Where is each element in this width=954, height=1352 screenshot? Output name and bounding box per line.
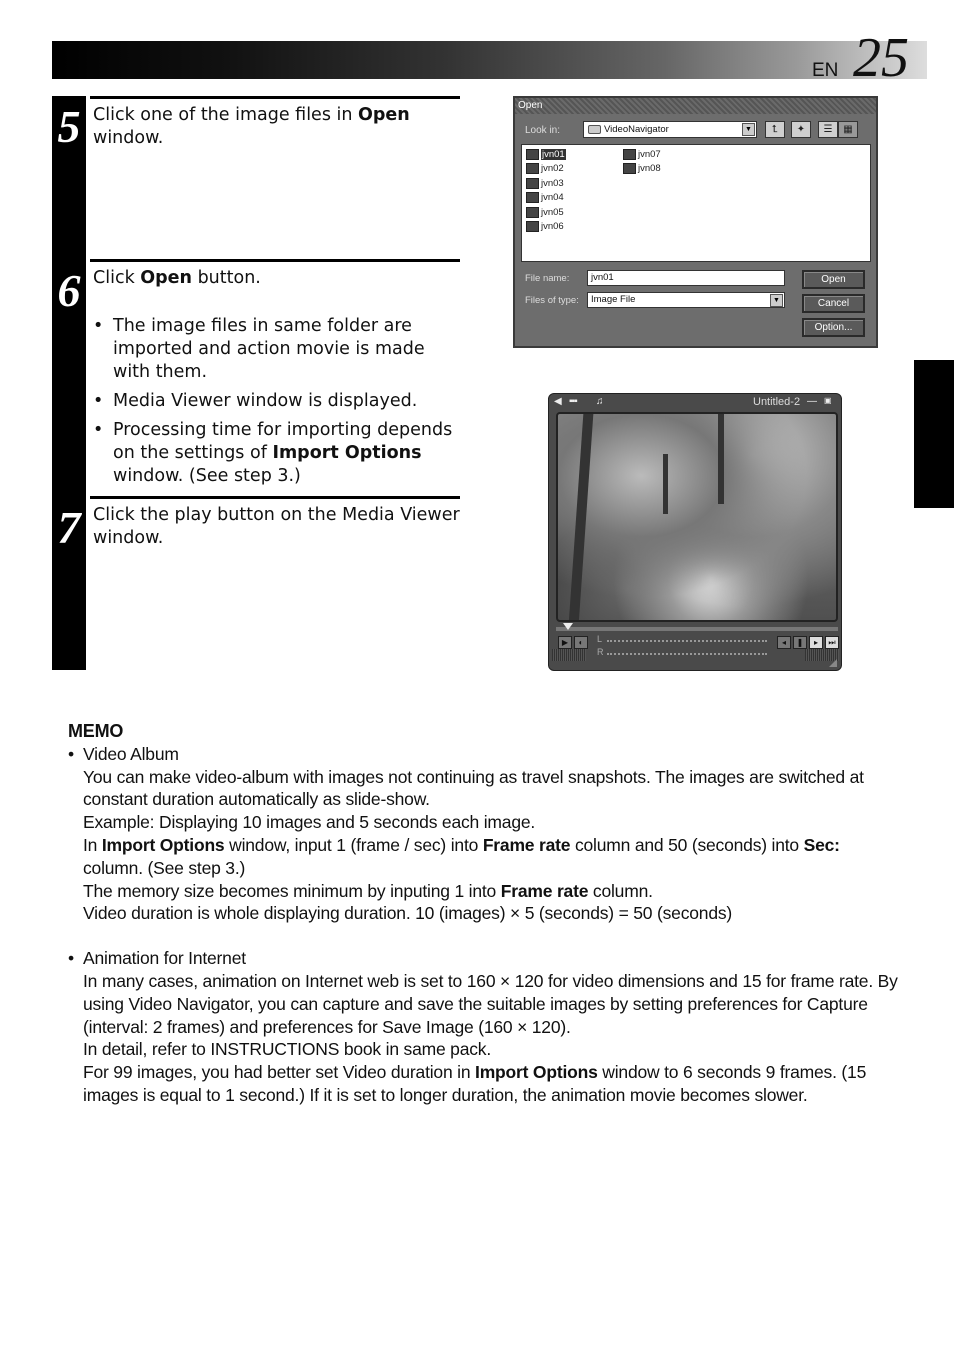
step-5-text: Click one of the image files in Open win…: [93, 105, 410, 148]
step-back-icon[interactable]: ❚: [793, 636, 807, 649]
step-6-bullets: The image files in same folder are impor…: [93, 315, 461, 494]
video-frame: [556, 412, 838, 622]
audio-meter-right: [607, 653, 767, 655]
step-divider: [90, 259, 460, 262]
step-6-text: Click Open button.: [93, 268, 261, 288]
bullet-item: Media Viewer window is displayed.: [93, 390, 461, 413]
dialog-title: Open: [515, 98, 876, 114]
fast-forward-icon[interactable]: ⏭: [825, 636, 839, 649]
option-button[interactable]: Option...: [802, 318, 865, 337]
page-header-bar: [52, 41, 927, 79]
play-button[interactable]: ▶: [558, 636, 572, 649]
image-file-icon: [526, 149, 539, 160]
file-type-select[interactable]: Image File ▼: [587, 292, 785, 308]
volume-icon[interactable]: ◐: [574, 636, 588, 649]
memo-heading: Animation for Internet: [83, 948, 246, 969]
step-number-7: 7: [57, 502, 81, 553]
section-tab: [914, 360, 954, 508]
meter-label-right: R: [597, 647, 604, 657]
image-file-icon: [526, 207, 539, 218]
page-number: 25: [853, 27, 909, 89]
viewer-title: Untitled-2: [753, 396, 801, 408]
look-in-label: Look in:: [525, 125, 561, 136]
cancel-button[interactable]: Cancel: [802, 294, 865, 313]
image-file-icon: [526, 192, 539, 203]
file-type-label: Files of type:: [525, 295, 579, 306]
details-view-icon[interactable]: ▦: [838, 121, 858, 138]
step-number-6: 6: [57, 265, 81, 316]
file-item[interactable]: jvn05: [525, 206, 564, 219]
folder-icon: [588, 125, 601, 134]
minimize-button[interactable]: —: [807, 396, 817, 407]
open-button[interactable]: Open: [802, 270, 865, 289]
rewind-icon[interactable]: ◂: [777, 636, 791, 649]
open-dialog: Open Look in: VideoNavigator ▼ ⮤ ✦ ☰ ▦ j…: [513, 96, 878, 348]
chevron-down-icon[interactable]: ▼: [770, 294, 783, 307]
resize-grip-icon[interactable]: [829, 659, 837, 667]
close-icon[interactable]: ▣: [824, 396, 832, 405]
music-note-icon[interactable]: ♫: [596, 396, 604, 407]
image-file-icon: [526, 221, 539, 232]
speaker-grille-left: [552, 649, 586, 661]
file-item[interactable]: jvn06: [525, 220, 564, 233]
seek-bar[interactable]: [556, 627, 838, 631]
chevron-down-icon[interactable]: ▼: [742, 123, 755, 136]
step-divider: [90, 496, 460, 499]
file-list[interactable]: jvn01 jvn02 jvn03 jvn04 jvn05 jvn06 jvn0…: [521, 144, 871, 262]
memo-item-animation-internet: • Animation for Internet In many cases, …: [68, 948, 898, 1105]
viewer-titlebar: ◀ ▪▪▪ ♫ Untitled-2 — ▣: [549, 394, 841, 411]
image-file-icon: [623, 149, 636, 160]
up-folder-icon[interactable]: ⮤: [765, 121, 785, 138]
seek-thumb[interactable]: [563, 623, 573, 630]
file-name-input[interactable]: jvn01: [587, 270, 785, 286]
page-language: EN: [812, 60, 839, 81]
meter-label-left: L: [597, 634, 603, 644]
back-arrow-icon[interactable]: ◀: [554, 396, 562, 407]
file-item[interactable]: jvn02: [525, 162, 564, 175]
open-window-ref: Open: [358, 105, 410, 125]
file-item[interactable]: jvn03: [525, 177, 564, 190]
bullet-item: The image files in same folder are impor…: [93, 315, 461, 384]
memo-heading: Video Album: [83, 743, 179, 764]
step-7-text: Click the play button on the Media Viewe…: [93, 505, 460, 548]
file-name-label: File name:: [525, 273, 570, 284]
image-file-icon: [623, 163, 636, 174]
media-viewer: ◀ ▪▪▪ ♫ Untitled-2 — ▣ ▶ ◐ L R ◂ ❚ ▸ ⏭: [548, 393, 842, 671]
open-button-ref: Open: [140, 268, 192, 288]
list-view-icon[interactable]: ☰: [818, 121, 838, 138]
look-in-select[interactable]: VideoNavigator ▼: [583, 121, 757, 138]
image-file-icon: [526, 163, 539, 174]
new-folder-icon[interactable]: ✦: [791, 121, 811, 138]
file-item[interactable]: jvn04: [525, 191, 564, 204]
steps-sidebar: [52, 96, 86, 670]
bullet-item: Processing time for importing depends on…: [93, 419, 461, 488]
file-item[interactable]: jvn07: [622, 148, 661, 161]
step-divider: [90, 96, 460, 99]
audio-meter-left: [607, 640, 767, 642]
file-item[interactable]: jvn08: [622, 162, 661, 175]
step-forward-icon[interactable]: ▸: [809, 636, 823, 649]
memo-item-video-album: • Video Album You can make video-album w…: [68, 743, 898, 925]
file-item[interactable]: jvn01: [525, 148, 566, 161]
step-number-5: 5: [57, 101, 81, 152]
image-file-icon: [526, 178, 539, 189]
memo-title: MEMO: [68, 721, 124, 741]
memo-section: MEMO • Video Album You can make video-al…: [68, 720, 898, 1107]
frames-icon[interactable]: ▪▪▪: [569, 396, 578, 407]
